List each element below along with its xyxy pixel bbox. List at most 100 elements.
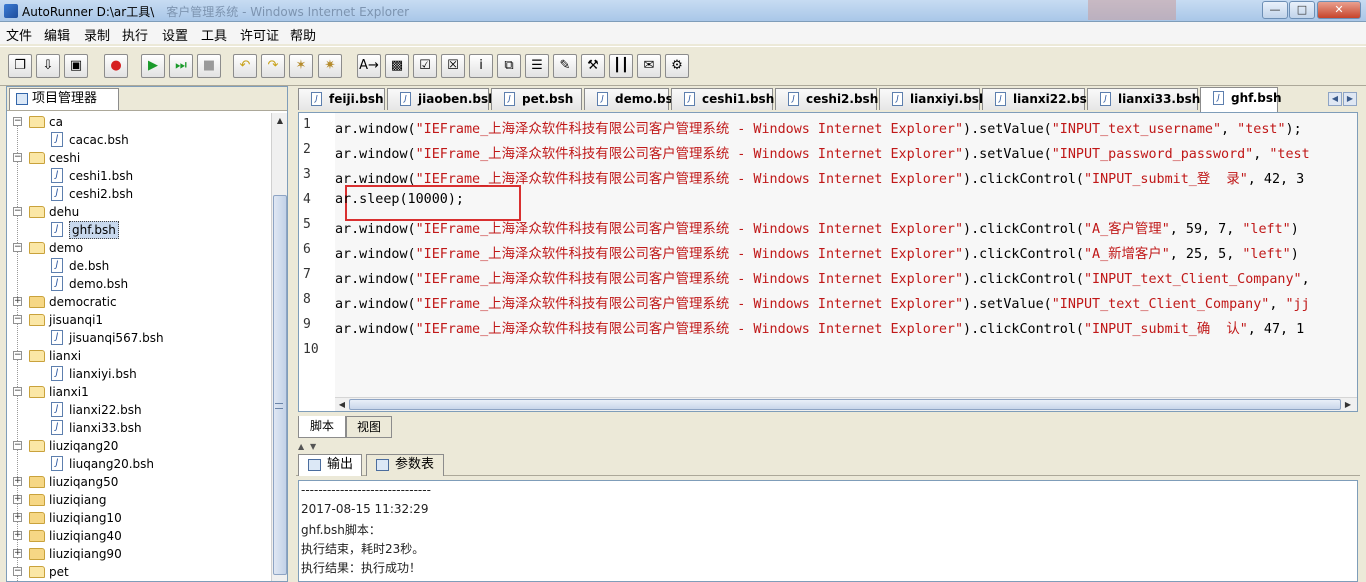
- code-line[interactable]: ar.window("IEFrame_上海泽众软件科技有限公司客户管理系统 - …: [335, 267, 1310, 287]
- toolbar-run-button[interactable]: ▶: [141, 54, 165, 78]
- tab-scroll-right-icon[interactable]: ▶: [1343, 92, 1357, 106]
- file-tab[interactable]: Jdemo.bsh: [584, 88, 681, 110]
- toolbar-undo-button[interactable]: ↶: [233, 54, 257, 78]
- toolbar-tools-button[interactable]: ⚒: [581, 54, 605, 78]
- code-line[interactable]: ar.window("IEFrame_上海泽众软件科技有限公司客户管理系统 - …: [335, 217, 1299, 237]
- tab-project-manager[interactable]: 项目管理器: [9, 88, 119, 110]
- collapse-icon[interactable]: −: [13, 567, 22, 576]
- menu-item[interactable]: 执行: [122, 25, 148, 44]
- file-tab[interactable]: Jlianxi33.bsh: [1087, 88, 1200, 110]
- file-tab[interactable]: Jpet.bsh: [491, 88, 582, 110]
- toolbar-image-check-button[interactable]: ▩: [385, 54, 409, 78]
- toolbar-checkpoint-button[interactable]: ☑: [413, 54, 437, 78]
- expand-icon[interactable]: +: [13, 513, 22, 522]
- collapse-icon[interactable]: −: [13, 351, 22, 360]
- menu-item[interactable]: 工具: [201, 25, 227, 44]
- expand-icon[interactable]: +: [13, 549, 22, 558]
- collapse-icon[interactable]: −: [13, 441, 22, 450]
- hscroll-left-icon[interactable]: ◀: [335, 398, 349, 411]
- toolbar-text-check-button[interactable]: A→: [357, 54, 381, 78]
- expand-icon[interactable]: +: [13, 495, 22, 504]
- tab-scroll-left-icon[interactable]: ◀: [1328, 92, 1342, 106]
- maximize-button[interactable]: □: [1289, 1, 1315, 19]
- toolbar-stop-button[interactable]: ■: [197, 54, 221, 78]
- code-line[interactable]: ar.window("IEFrame_上海泽众软件科技有限公司客户管理系统 - …: [335, 117, 1302, 137]
- script-file-icon: J: [51, 186, 63, 201]
- tab-view[interactable]: 视图: [346, 416, 392, 438]
- toolbar-settings-button[interactable]: ⚙: [665, 54, 689, 78]
- code-line[interactable]: ar.window("IEFrame_上海泽众软件科技有限公司客户管理系统 - …: [335, 167, 1304, 187]
- collapse-icon[interactable]: −: [13, 387, 22, 396]
- collapse-icon[interactable]: −: [13, 153, 22, 162]
- file-tab[interactable]: Jfeiji.bsh: [298, 88, 385, 110]
- tab-output[interactable]: 输出: [298, 454, 362, 476]
- code-editor[interactable]: 1 2 3 4 5 6 7 8 9 10 ar.window("IEFrame_上海泽众软件科技有…: [298, 112, 1358, 412]
- collapse-icon[interactable]: −: [13, 207, 22, 216]
- toolbar-new-script-button[interactable]: ❐: [8, 54, 32, 78]
- toolbar-open-script-button[interactable]: ⇩: [36, 54, 60, 78]
- collapse-up-icon[interactable]: ▲: [298, 442, 304, 451]
- scroll-up-icon[interactable]: ▲: [273, 113, 287, 129]
- menu-item[interactable]: 许可证: [240, 25, 279, 44]
- toolbar-edit-check-button[interactable]: ✎: [553, 54, 577, 78]
- tab-parameter-table[interactable]: 参数表: [366, 454, 444, 476]
- toolbar-info-button[interactable]: i: [469, 54, 493, 78]
- output-console[interactable]: ------------------------------ 2017-08-15…: [298, 480, 1358, 582]
- tree-item-label: lianxi33.bsh: [69, 421, 142, 435]
- tab-output-label: 输出: [327, 457, 354, 472]
- toolbar-comment-button[interactable]: ✉: [637, 54, 661, 78]
- hscroll-right-icon[interactable]: ▶: [1341, 398, 1355, 411]
- hscroll-thumb[interactable]: [349, 399, 1341, 410]
- toolbar-save-button[interactable]: ▣: [64, 54, 88, 78]
- window-title-ghost: 客户管理系统 - Windows Internet Explorer: [166, 5, 410, 19]
- expand-icon[interactable]: +: [13, 531, 22, 540]
- file-tab[interactable]: Jlianxi22.bsh: [982, 88, 1095, 110]
- code-line[interactable]: ar.window("IEFrame_上海泽众软件科技有限公司客户管理系统 - …: [335, 242, 1299, 262]
- toolbar-columns-button[interactable]: ┃┃: [609, 54, 633, 78]
- toolbar-record-button[interactable]: ●: [104, 54, 128, 78]
- menu-item[interactable]: 录制: [84, 25, 110, 44]
- code-hscrollbar[interactable]: ◀ ▶: [335, 397, 1357, 411]
- code-area[interactable]: ar.window("IEFrame_上海泽众软件科技有限公司客户管理系统 - …: [335, 113, 1357, 397]
- toolbar-copy-button[interactable]: ⧉: [497, 54, 521, 78]
- collapse-icon[interactable]: −: [13, 315, 22, 324]
- file-tab[interactable]: Jjiaoben.bsh: [387, 88, 497, 110]
- file-tab[interactable]: Jceshi1.bsh: [671, 88, 774, 110]
- menu-item[interactable]: 帮助: [290, 25, 316, 44]
- expand-icon[interactable]: +: [13, 297, 22, 306]
- menu-item[interactable]: 文件: [6, 25, 32, 44]
- code-line[interactable]: ar.window("IEFrame_上海泽众软件科技有限公司客户管理系统 - …: [335, 292, 1310, 312]
- code-line[interactable]: ar.sleep(10000);: [335, 192, 464, 207]
- code-line[interactable]: ar.window("IEFrame_上海泽众软件科技有限公司客户管理系统 - …: [335, 142, 1310, 162]
- toolbar-redo-button[interactable]: ↷: [261, 54, 285, 78]
- script-file-icon: J: [1213, 91, 1224, 105]
- project-tree-scrollbar[interactable]: ▲: [271, 113, 287, 581]
- collapse-icon[interactable]: −: [13, 243, 22, 252]
- toolbar-magic-button[interactable]: ✷: [318, 54, 342, 78]
- tab-script[interactable]: 脚本: [298, 416, 346, 438]
- wand-icon: ✶: [295, 58, 307, 73]
- file-tab[interactable]: Jghf.bsh: [1200, 87, 1282, 112]
- toolbar-run-step-button[interactable]: ⏭: [169, 54, 193, 78]
- collapse-down-icon[interactable]: ▼: [310, 442, 316, 451]
- script-file-icon: J: [51, 420, 63, 435]
- collapse-icon[interactable]: −: [13, 117, 22, 126]
- folder-icon: [29, 296, 45, 308]
- tree-item-label: lianxi1: [49, 385, 89, 399]
- scroll-thumb[interactable]: [273, 195, 287, 575]
- toolbar-checkpoint-2-button[interactable]: ☒: [441, 54, 465, 78]
- file-tab[interactable]: Jlianxiyi.bsh: [879, 88, 988, 110]
- expand-icon[interactable]: +: [13, 477, 22, 486]
- panel-splitter[interactable]: ▲ ▼: [296, 442, 1360, 452]
- tree-item-label: liuziqang20: [49, 439, 119, 453]
- tree-item-label: ca: [49, 115, 63, 129]
- code-line[interactable]: ar.window("IEFrame_上海泽众软件科技有限公司客户管理系统 - …: [335, 317, 1304, 337]
- menu-item[interactable]: 设置: [162, 25, 188, 44]
- file-tab[interactable]: Jceshi2.bsh: [775, 88, 878, 110]
- toolbar-wand-button[interactable]: ✶: [289, 54, 313, 78]
- comment-icon: ✉: [643, 58, 655, 73]
- menu-item[interactable]: 编辑: [44, 25, 70, 44]
- minimize-button[interactable]: —: [1262, 1, 1288, 19]
- toolbar-list-check-button[interactable]: ☰: [525, 54, 549, 78]
- close-button[interactable]: ✕: [1317, 1, 1361, 19]
